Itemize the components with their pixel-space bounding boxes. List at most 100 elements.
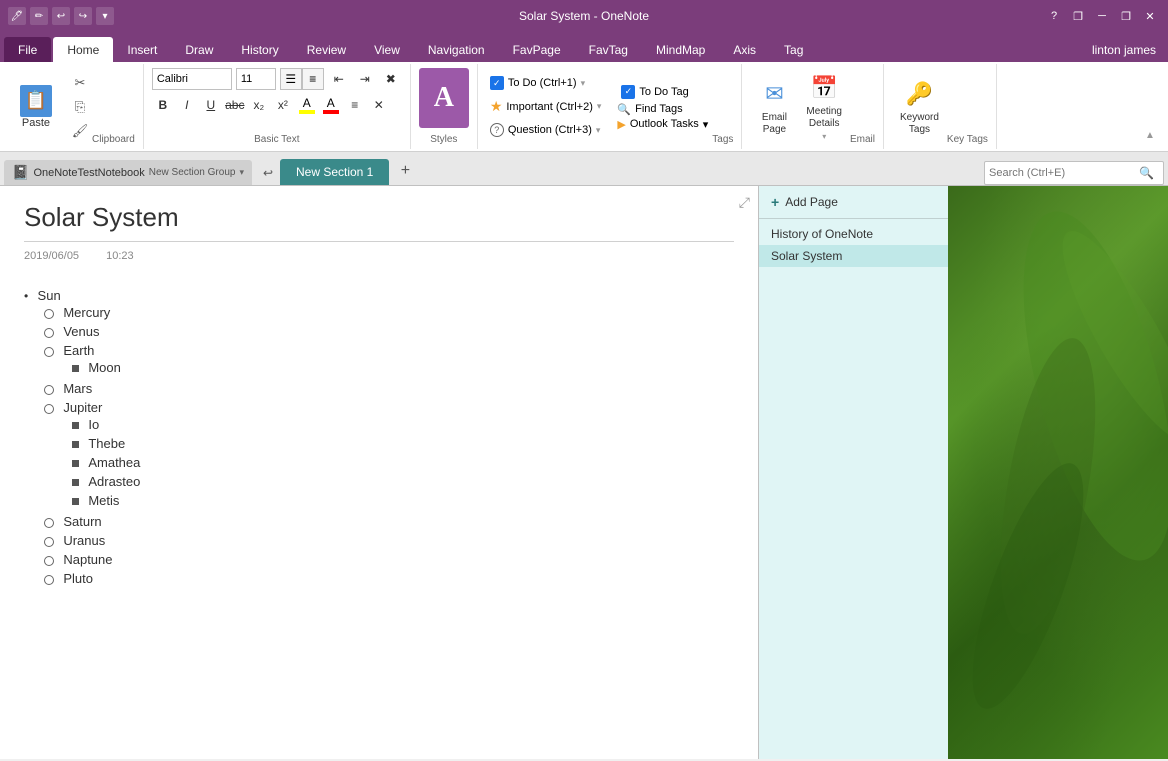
help-button[interactable]: ?	[1044, 6, 1064, 26]
question-tag[interactable]: ? Question (Ctrl+3) ▾	[486, 121, 606, 139]
maximize-button[interactable]: ❐	[1116, 6, 1136, 26]
outlook-tasks-button[interactable]: ▶ Outlook Tasks ▾	[617, 118, 708, 131]
question-label: Question (Ctrl+3)	[508, 124, 592, 136]
font-size[interactable]	[236, 68, 276, 90]
basic-text-label: Basic Text	[254, 132, 299, 145]
email-page-button[interactable]: ✉ EmailPage	[750, 74, 798, 140]
subscript-button[interactable]: x₂	[248, 94, 270, 116]
add-page-button[interactable]: + Add Page	[759, 186, 948, 219]
adrasteo-bullet	[72, 479, 79, 486]
tab-draw[interactable]: Draw	[171, 37, 227, 62]
todo-arrow[interactable]: ▾	[581, 78, 586, 89]
tab-favtag[interactable]: FavTag	[575, 37, 642, 62]
jupiter-moons: Io Thebe Amathea	[72, 415, 734, 510]
clear-format-button[interactable]: ✖	[380, 68, 402, 90]
tab-file[interactable]: File	[4, 37, 51, 62]
mars-label: Mars	[63, 381, 92, 396]
important-label: Important (Ctrl+2)	[506, 101, 593, 113]
question-arrow[interactable]: ▾	[596, 125, 601, 136]
pluto-bullet	[44, 575, 54, 585]
notebook-selector[interactable]: 📓 OneNoteTestNotebook New Section Group …	[4, 160, 252, 185]
tab-tag[interactable]: Tag	[770, 37, 817, 62]
tab-history[interactable]: History	[227, 37, 292, 62]
numbered-list-button[interactable]: ≡	[302, 68, 324, 90]
tab-home[interactable]: Home	[53, 37, 113, 62]
main-area: ⤢ Solar System 2019/06/05 10:23 Sun Merc…	[0, 186, 1168, 759]
question-icon: ?	[490, 123, 504, 137]
clipboard-mini-buttons: ✂ ⎘ 🖌	[68, 72, 92, 142]
expand-button[interactable]: ⤢	[739, 194, 750, 211]
underline-button[interactable]: U	[200, 94, 222, 116]
list-item-io: Io	[72, 415, 734, 434]
app-icon: 🖊	[8, 7, 26, 25]
highlight-button[interactable]: A	[296, 94, 318, 116]
collapse-button[interactable]: ▲	[1140, 125, 1160, 145]
tab-navigation[interactable]: Navigation	[414, 37, 499, 62]
tab-insert[interactable]: Insert	[113, 37, 171, 62]
close-button[interactable]: ✕	[1140, 6, 1160, 26]
note-meta: 2019/06/05 10:23	[24, 250, 734, 262]
section-undo-button[interactable]: ↩	[256, 161, 280, 185]
bold-button[interactable]: B	[152, 94, 174, 116]
search-input[interactable]	[989, 167, 1139, 179]
paste-icon: 📋	[20, 85, 52, 117]
decrease-indent-button[interactable]: ⇤	[328, 68, 350, 90]
align-left-button[interactable]: ≡	[344, 94, 366, 116]
note-title: Solar System	[24, 202, 734, 242]
keytags-group: 🔑 KeywordTags Key Tags	[884, 64, 997, 149]
paste-button[interactable]: 📋 Paste	[12, 81, 60, 133]
redo-icon[interactable]: ↪	[74, 7, 92, 25]
outlook-label: Outlook Tasks	[630, 118, 699, 130]
cut-button[interactable]: ✂	[68, 72, 92, 94]
todo-tag-button[interactable]: ✓ To Do Tag	[617, 83, 708, 101]
font-selector[interactable]	[152, 68, 232, 90]
pen-icon[interactable]: ✏	[30, 7, 48, 25]
find-tags-button[interactable]: 🔍 Find Tags	[617, 103, 708, 116]
format-painter-button[interactable]: 🖌	[68, 120, 92, 142]
user-name[interactable]: linton james	[1080, 37, 1168, 62]
tab-axis[interactable]: Axis	[719, 37, 770, 62]
meeting-details-button[interactable]: 📅 MeetingDetails ▾	[798, 68, 850, 145]
section-tab-new-section-1[interactable]: New Section 1	[280, 159, 389, 185]
tab-review[interactable]: Review	[293, 37, 360, 62]
copy-button[interactable]: ⎘	[68, 96, 92, 118]
restore-button[interactable]: ❐	[1068, 6, 1088, 26]
ribbon-toolbar: 📋 Paste ✂ ⎘ 🖌 Clipboard ☰ ≡ ⇤ ⇥ ✖	[0, 62, 1168, 152]
clear-button[interactable]: ✕	[368, 94, 390, 116]
list-buttons: ☰ ≡	[280, 68, 324, 90]
page-item-solar-system[interactable]: Solar System	[759, 245, 948, 267]
find-tags-label: Find Tags	[635, 103, 683, 115]
mars-bullet	[44, 385, 54, 395]
tab-favpage[interactable]: FavPage	[499, 37, 575, 62]
pluto-label: Pluto	[63, 571, 93, 586]
important-arrow[interactable]: ▾	[597, 101, 602, 112]
keyword-tags-label: KeywordTags	[900, 112, 939, 136]
keyword-tags-button[interactable]: 🔑 KeywordTags	[892, 74, 947, 140]
find-tags-icon: 🔍	[617, 103, 631, 116]
tags-group: ✓ To Do (Ctrl+1) ▾ ★ Important (Ctrl+2) …	[478, 64, 743, 149]
add-section-button[interactable]: +	[391, 157, 419, 185]
strikethrough-button[interactable]: abc	[224, 94, 246, 116]
venus-bullet	[44, 328, 54, 338]
search-icon[interactable]: 🔍	[1139, 166, 1154, 180]
minimize-button[interactable]: ─	[1092, 6, 1112, 26]
format-row: B I U abc x₂ x² A A ≡ ✕	[152, 94, 390, 116]
outline-content: Sun Mercury Venus	[24, 286, 734, 590]
todo-tag[interactable]: ✓ To Do (Ctrl+1) ▾	[486, 74, 606, 92]
styles-button[interactable]: A	[419, 68, 469, 128]
superscript-button[interactable]: x²	[272, 94, 294, 116]
jupiter-label: Jupiter	[63, 400, 102, 415]
list-item-metis: Metis	[72, 491, 734, 510]
tab-mindmap[interactable]: MindMap	[642, 37, 719, 62]
top-list: Sun Mercury Venus	[24, 286, 734, 590]
bullet-list-button[interactable]: ☰	[280, 68, 302, 90]
tags-label: Tags	[712, 132, 733, 145]
increase-indent-button[interactable]: ⇥	[354, 68, 376, 90]
text-color-button[interactable]: A	[320, 94, 342, 116]
important-tag[interactable]: ★ Important (Ctrl+2) ▾	[486, 96, 606, 117]
italic-button[interactable]: I	[176, 94, 198, 116]
undo-icon[interactable]: ↩	[52, 7, 70, 25]
more-icon[interactable]: ▾	[96, 7, 114, 25]
tab-view[interactable]: View	[360, 37, 414, 62]
search-box[interactable]: 🔍	[984, 161, 1164, 185]
